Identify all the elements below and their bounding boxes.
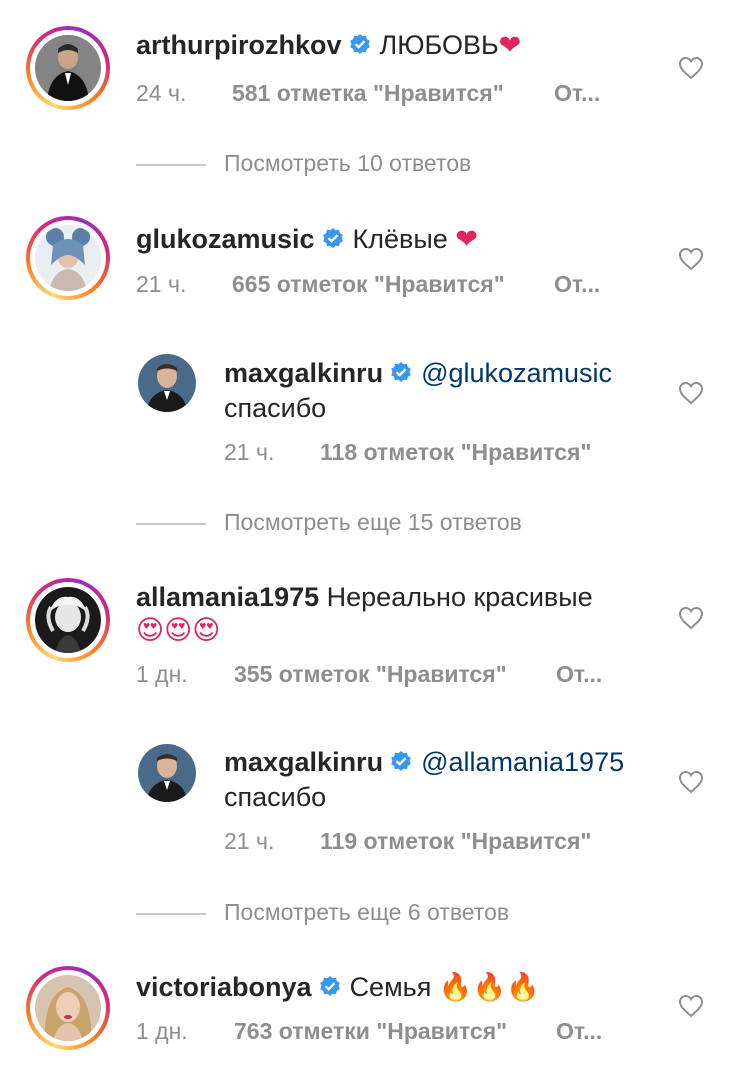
reply-text: спасибо <box>224 393 327 423</box>
view-replies-label: Посмотреть еще 6 ответов <box>224 899 510 925</box>
comment-text: Семья <box>349 972 432 1002</box>
comment-time: 1 дн. <box>136 661 188 687</box>
verified-badge-icon <box>391 751 411 771</box>
verified-badge-icon <box>391 362 411 382</box>
view-replies-label: Посмотреть 10 ответов <box>224 150 472 176</box>
mention-link[interactable]: @glukozamusic <box>421 358 612 388</box>
view-replies-button[interactable]: Посмотреть еще 6 ответов <box>136 899 509 926</box>
heart-outline-icon[interactable] <box>678 381 704 405</box>
comment-likes[interactable]: 355 отметок "Нравится" <box>234 661 507 688</box>
heart-eyes-emoji: 😍😍😍 <box>136 615 221 646</box>
avatar <box>35 225 101 291</box>
reply-username[interactable]: maxgalkinru <box>224 358 383 388</box>
heart-outline-icon[interactable] <box>678 606 704 630</box>
comment-username[interactable]: victoriabonya <box>136 972 312 1002</box>
comment-username[interactable]: glukozamusic <box>136 224 315 254</box>
comment-text: Нереально красивые <box>326 582 593 612</box>
divider-line <box>136 522 206 525</box>
verified-badge-icon <box>322 228 343 248</box>
heart-outline-icon[interactable] <box>678 56 704 80</box>
comment-username[interactable]: arthurpirozhkov <box>136 30 342 60</box>
comment-time: 21 ч. <box>136 271 187 297</box>
heart-outline-icon[interactable] <box>678 994 704 1018</box>
comment-username[interactable]: allamania1975 <box>136 582 319 612</box>
reply-likes[interactable]: 118 отметок "Нравится" <box>320 439 591 466</box>
comment-text: ЛЮБОВЬ <box>379 30 499 60</box>
heart-emoji: ❤ <box>455 224 478 255</box>
comment-likes[interactable]: 763 отметки "Нравится" <box>234 1018 507 1045</box>
reply-button[interactable]: От... <box>554 271 600 298</box>
reply-text: спасибо <box>224 782 327 812</box>
reply-button[interactable]: От... <box>556 1018 602 1045</box>
heart-outline-icon[interactable] <box>678 247 704 271</box>
divider-line <box>136 163 206 166</box>
reply-button[interactable]: От... <box>554 80 600 107</box>
avatar-story-ring[interactable] <box>26 26 110 110</box>
avatar <box>35 35 101 101</box>
reply-time: 21 ч. <box>224 439 275 465</box>
avatar <box>35 975 101 1041</box>
reply-username[interactable]: maxgalkinru <box>224 747 383 777</box>
avatar <box>35 587 101 653</box>
comment-time: 1 дн. <box>136 1018 188 1044</box>
avatar[interactable] <box>138 744 196 802</box>
avatar-story-ring[interactable] <box>26 966 110 1050</box>
reply-likes[interactable]: 119 отметок "Нравится" <box>320 828 591 855</box>
divider-line <box>136 912 206 915</box>
reply-button[interactable]: От... <box>556 661 602 688</box>
view-replies-button[interactable]: Посмотреть еще 15 ответов <box>136 509 522 536</box>
avatar-story-ring[interactable] <box>26 578 110 662</box>
mention-link[interactable]: @allamania1975 <box>421 747 624 777</box>
heart-outline-icon[interactable] <box>678 770 704 794</box>
fire-emoji: 🔥🔥🔥 <box>438 972 540 1003</box>
view-replies-button[interactable]: Посмотреть 10 ответов <box>136 150 471 177</box>
comment-text: Клёвые <box>352 224 448 254</box>
avatar[interactable] <box>138 354 196 412</box>
comment-time: 24 ч. <box>136 80 187 106</box>
heart-emoji: ❤ <box>498 30 522 61</box>
view-replies-label: Посмотреть еще 15 ответов <box>224 509 522 535</box>
reply-time: 21 ч. <box>224 828 275 854</box>
avatar-story-ring[interactable] <box>26 216 110 300</box>
comment-likes[interactable]: 581 отметка "Нравится" <box>232 80 504 107</box>
verified-badge-icon <box>319 976 340 996</box>
verified-badge-icon <box>349 34 370 54</box>
comment-likes[interactable]: 665 отметок "Нравится" <box>232 271 505 298</box>
